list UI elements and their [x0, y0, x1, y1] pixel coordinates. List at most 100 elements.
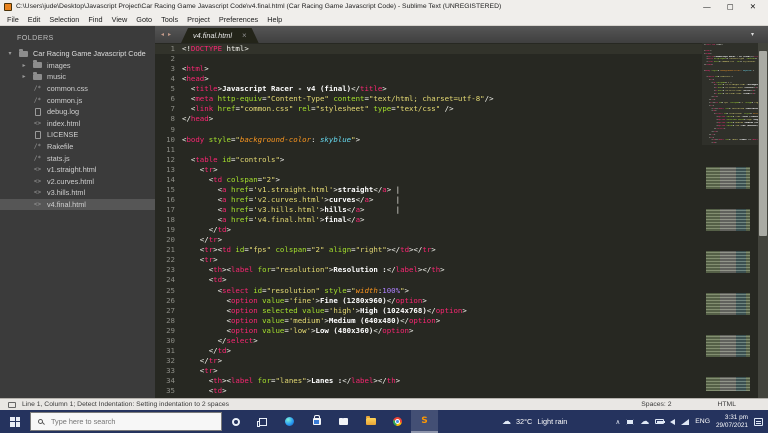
maximize-button[interactable]: ▢	[727, 2, 734, 11]
code-line[interactable]: 10 <body style="background-color: skyblue…	[155, 135, 768, 145]
indentation-status[interactable]: Spaces: 2	[641, 401, 671, 408]
sidebar-item-rakefile[interactable]: /* Rakefile	[0, 141, 155, 153]
code-line[interactable]: 16 <a href='v2.curves.html'>curves</a> |	[155, 195, 768, 205]
menu-project[interactable]: Project	[187, 15, 210, 24]
tab-scroll-left-icon[interactable]: ◂	[161, 31, 164, 38]
code-line[interactable]: 32 </tr>	[155, 356, 768, 366]
scrollbar-thumb[interactable]	[759, 51, 767, 236]
code-line[interactable]: 9	[155, 125, 768, 135]
code-line[interactable]: 28 <option value='medium'>Medium (640x48…	[155, 316, 768, 326]
line-number: 11	[166, 144, 175, 154]
code-line[interactable]: 7 <link href="common.css" rel="styleshee…	[155, 104, 768, 114]
close-button[interactable]: ✕	[750, 2, 756, 11]
code-line[interactable]: 4 <head>	[155, 74, 768, 84]
sidebar-item-common-css[interactable]: /* common.css	[0, 83, 155, 95]
sidebar-item-music[interactable]: ▸ music	[0, 71, 155, 83]
code-area: 1 <!DOCTYPE html> 2 3 <html> 4 <head> 5 <title>…	[155, 43, 768, 398]
action-center-icon[interactable]	[754, 417, 763, 426]
menu-find[interactable]: Find	[88, 15, 102, 24]
code-line[interactable]: 13 <tr>	[155, 165, 768, 175]
tab-overflow-icon[interactable]: ▾	[751, 31, 754, 38]
sidebar-item-v2-curves-html[interactable]: <> v2.curves.html	[0, 176, 155, 188]
sidebar-item-license[interactable]: LICENSE	[0, 129, 155, 141]
tray-expand-icon[interactable]: ∧	[616, 418, 621, 426]
taskbar-app-mail[interactable]	[330, 410, 357, 433]
code-line[interactable]: 22 <tr>	[155, 255, 768, 265]
code-line[interactable]: 15 <a href='v1.straight.html'>straight</…	[155, 185, 768, 195]
line-number: 14	[166, 174, 175, 184]
taskbar-app-file-explorer[interactable]	[357, 410, 384, 433]
html-file-icon: <>	[33, 189, 42, 197]
code-line[interactable]: 20 </tr>	[155, 235, 768, 245]
sidebar-item-car-racing-game-javascript-code[interactable]: ▾ Car Racing Game Javascript Code	[0, 48, 155, 60]
sidebar-item-common-js[interactable]: /* common.js	[0, 94, 155, 106]
sidebar-item-v3-hills-html[interactable]: <> v3.hills.html	[0, 187, 155, 199]
code-line[interactable]: 21 <tr><td id="fps" colspan="2" align="r…	[155, 245, 768, 255]
tab-v4-final[interactable]: v4.final.html ×	[181, 28, 259, 43]
taskbar-weather[interactable]: ☁ 32°C Light rain	[502, 416, 567, 427]
code-line[interactable]: 27 <option selected value='high'>High (1…	[155, 306, 768, 316]
display-tray-icon[interactable]	[626, 418, 635, 425]
menu-edit[interactable]: Edit	[28, 15, 41, 24]
minimize-button[interactable]: —	[703, 2, 711, 11]
vertical-scrollbar[interactable]	[758, 43, 768, 398]
code-line[interactable]: 17 <a href='v3.hills.html'>hills</a> |	[155, 205, 768, 215]
taskbar-clock[interactable]: 3:31 pm 29/07/2021	[716, 414, 748, 429]
status-panel-icon[interactable]	[8, 401, 16, 408]
code-line[interactable]: 12 <table id="controls">	[155, 155, 768, 165]
menu-tools[interactable]: Tools	[161, 15, 178, 24]
code-line[interactable]: 23 <th><label for="resolution">Resolutio…	[155, 265, 768, 275]
menu-file[interactable]: File	[7, 15, 19, 24]
battery-tray-icon[interactable]	[655, 419, 666, 424]
code-line[interactable]: 3 <html>	[155, 64, 768, 74]
code-line[interactable]: 26 <option value='fine'>Fine (1280x960)<…	[155, 296, 768, 306]
code-line[interactable]: 35 <td>	[155, 386, 768, 396]
code-line[interactable]: 14 <td colspan="2">	[155, 175, 768, 185]
menu-goto[interactable]: Goto	[136, 15, 152, 24]
start-button[interactable]	[0, 410, 30, 433]
taskbar-search[interactable]	[30, 412, 222, 431]
network-tray-icon[interactable]	[681, 418, 690, 425]
menu-preferences[interactable]: Preferences	[219, 15, 258, 24]
menu-view[interactable]: View	[112, 15, 128, 24]
sidebar-item-debug-log[interactable]: debug.log	[0, 106, 155, 118]
code-line[interactable]: 2	[155, 54, 768, 64]
taskbar-app-cortana[interactable]	[222, 410, 249, 433]
search-input[interactable]	[49, 416, 199, 427]
code-line[interactable]: 33 <tr>	[155, 366, 768, 376]
code-line[interactable]: 25 <select id="resolution" style="width:…	[155, 286, 768, 296]
code-line[interactable]: 34 <th><label for="lanes">Lanes :</label…	[155, 376, 768, 386]
code-line[interactable]: 31 </td>	[155, 346, 768, 356]
code-line[interactable]: 29 <option value='low'>Low (480x360)</op…	[155, 326, 768, 336]
sidebar-item-v1-straight-html[interactable]: <> v1.straight.html	[0, 164, 155, 176]
sidebar-item-stats-js[interactable]: /* stats.js	[0, 152, 155, 164]
code-line[interactable]: 1 <!DOCTYPE html>	[155, 44, 768, 55]
taskbar-app-store[interactable]	[303, 410, 330, 433]
code-line[interactable]: 11	[155, 145, 768, 155]
code-line[interactable]: 30 </select>	[155, 336, 768, 346]
code-line[interactable]: 5 <title>Javascript Racer - v4 (final)</…	[155, 84, 768, 94]
syntax-status[interactable]: HTML	[717, 401, 736, 408]
chevron-icon: ▸	[22, 74, 26, 81]
taskbar-app-task-view[interactable]	[249, 410, 276, 433]
taskbar-app-edge[interactable]	[276, 410, 303, 433]
volume-tray-icon[interactable]	[670, 418, 676, 425]
code-line[interactable]: 24 <td>	[155, 275, 768, 285]
onedrive-tray-icon[interactable]: ☁	[640, 416, 649, 427]
sidebar-item-images[interactable]: ▸ images	[0, 60, 155, 72]
menu-selection[interactable]: Selection	[49, 15, 79, 24]
taskbar-app-sublime-text[interactable]: S	[411, 410, 438, 433]
code-line[interactable]: 6 <meta http-equiv="Content-Type" conten…	[155, 94, 768, 104]
code-line[interactable]: 19 </td>	[155, 225, 768, 235]
minimap[interactable]: <!DOCTYPE html> <html> <head> <title>Javas…	[702, 43, 758, 398]
menu-help[interactable]: Help	[267, 15, 282, 24]
language-indicator[interactable]: ENG	[695, 418, 710, 425]
sidebar-item-index-html[interactable]: <> index.html	[0, 118, 155, 130]
taskbar-app-chrome[interactable]	[384, 410, 411, 433]
sidebar-item-v4-final-html[interactable]: <> v4.final.html	[0, 198, 155, 211]
code-editor[interactable]: 1 <!DOCTYPE html> 2 3 <html> 4 <head> 5 <title>…	[155, 43, 768, 398]
code-line[interactable]: 8 </head>	[155, 114, 768, 124]
tab-close-icon[interactable]: ×	[242, 31, 247, 40]
tab-scroll-right-icon[interactable]: ▸	[168, 31, 171, 38]
code-line[interactable]: 18 <a href='v4.final.html'>final</a>	[155, 215, 768, 225]
